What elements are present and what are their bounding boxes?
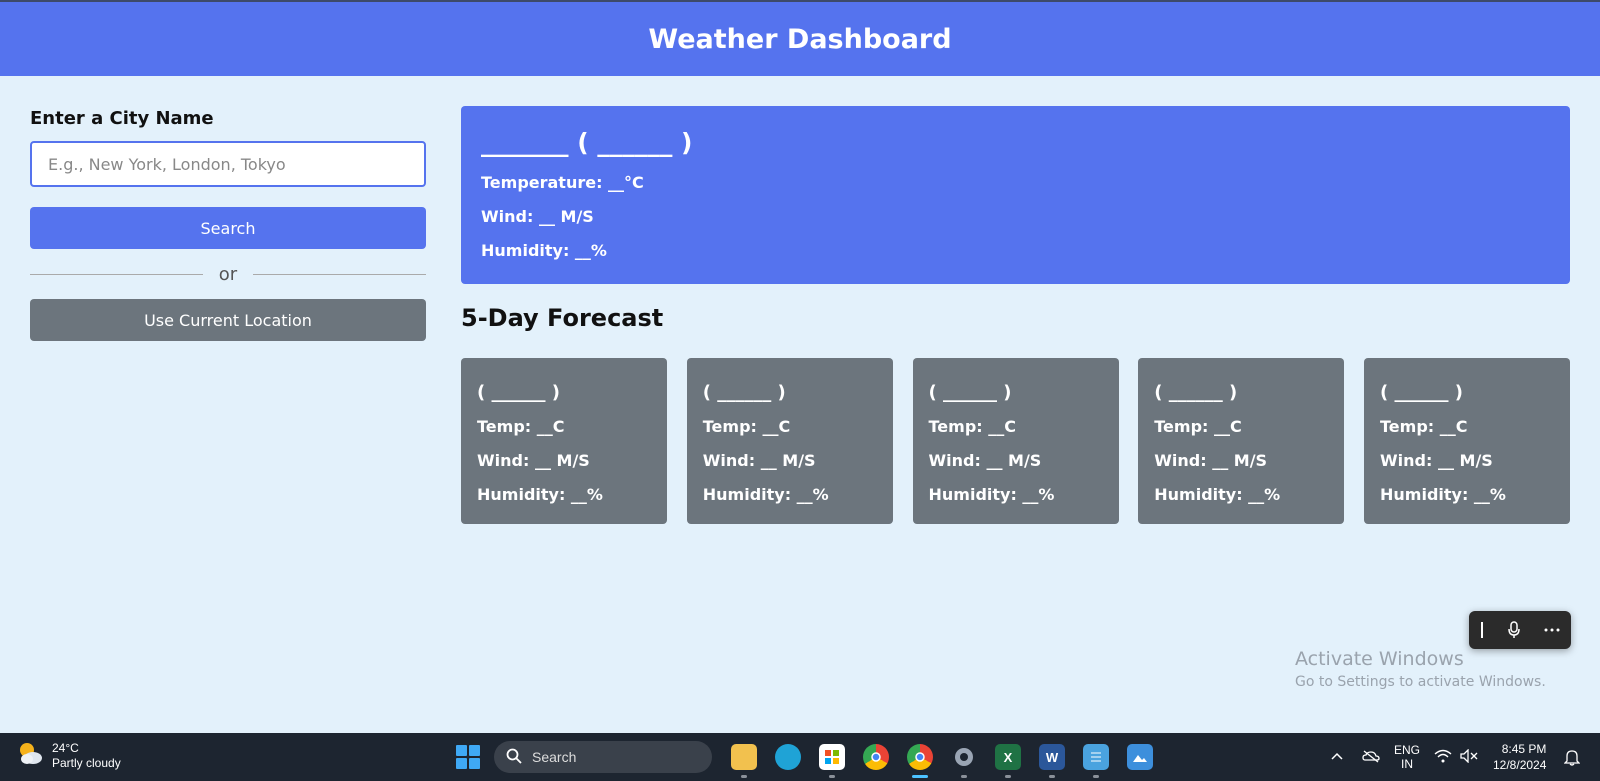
forecast-humidity: Humidity: __% xyxy=(477,485,603,504)
volume-muted-icon[interactable] xyxy=(1460,747,1478,766)
use-current-location-button[interactable]: Use Current Location xyxy=(30,299,426,341)
page-title: Weather Dashboard xyxy=(648,23,952,55)
or-divider: or xyxy=(30,249,427,299)
wifi-icon[interactable] xyxy=(1434,749,1452,766)
clock-time: 8:45 PM xyxy=(1501,742,1547,756)
forecast-card: ( ______ ) Temp: __C Wind: __ M/S Humidi… xyxy=(1364,358,1570,524)
city-label: Enter a City Name xyxy=(30,108,214,129)
forecast-temp: Temp: __C xyxy=(702,417,791,436)
forecast-wind: Wind: __ M/S xyxy=(1380,451,1493,470)
app-header: Weather Dashboard xyxy=(0,0,1600,76)
forecast-date: ( ______ ) xyxy=(1380,382,1463,403)
weather-temp: 24°C xyxy=(52,740,79,755)
forecast-wind: Wind: __ M/S xyxy=(702,451,816,470)
language-code: ENG xyxy=(1394,743,1421,757)
activation-watermark: Activate Windows Go to Settings to activ… xyxy=(1295,648,1546,690)
forecast-title: 5-Day Forecast xyxy=(461,304,664,332)
region-code: IN xyxy=(1401,757,1413,771)
photos-icon[interactable] xyxy=(1118,739,1162,775)
voice-typing-toolbar xyxy=(1469,611,1571,649)
chrome-icon[interactable] xyxy=(854,739,898,775)
current-weather-card: _______ ( ______ ) Temperature: __°C Win… xyxy=(461,106,1570,284)
windows-start-icon[interactable] xyxy=(456,745,480,769)
forecast-temp: Temp: __C xyxy=(1154,417,1242,436)
chevron-up-icon[interactable] xyxy=(1330,750,1344,764)
taskbar-search-label: Search xyxy=(532,749,577,765)
forecast-card: ( ______ ) Temp: __C Wind: __ M/S Humidi… xyxy=(912,358,1119,524)
drag-handle-icon[interactable] xyxy=(1480,622,1484,638)
system-tray: ENG IN xyxy=(1330,739,1478,775)
forecast-humidity: Humidity: __% xyxy=(1380,485,1506,504)
watermark-subtitle: Go to Settings to activate Windows. xyxy=(1295,674,1546,690)
taskbar: 24°C Partly cloudy Search X W ENG IN 8:4… xyxy=(0,733,1600,781)
city-input[interactable] xyxy=(30,141,426,187)
microphone-icon[interactable] xyxy=(1507,621,1521,639)
notepad-icon[interactable] xyxy=(1074,739,1118,778)
current-humidity: Humidity: __% xyxy=(481,241,607,260)
language-indicator[interactable]: ENG IN xyxy=(1394,743,1420,771)
forecast-card: ( ______ ) Temp: __C Wind: __ M/S Humidi… xyxy=(686,358,893,524)
chrome-profile-icon[interactable] xyxy=(898,739,942,778)
settings-icon[interactable] xyxy=(942,739,986,778)
current-wind: Wind: __ M/S xyxy=(481,207,594,226)
clock-date: 12/8/2024 xyxy=(1493,758,1547,772)
search-icon xyxy=(506,748,522,767)
excel-icon[interactable]: X xyxy=(986,739,1030,778)
taskbar-clock[interactable]: 8:45 PM 12/8/2024 xyxy=(1493,741,1546,773)
forecast-temp: Temp: __C xyxy=(928,417,1016,436)
forecast-card: ( ______ ) Temp: __C Wind: __ M/S Humidi… xyxy=(1138,358,1345,524)
taskbar-weather-widget[interactable]: 24°C Partly cloudy xyxy=(16,739,121,772)
search-button[interactable]: Search xyxy=(30,207,426,249)
forecast-wind: Wind: __ M/S xyxy=(1154,451,1268,470)
divider-line-right xyxy=(253,273,427,275)
weather-desc: Partly cloudy xyxy=(52,755,121,770)
divider-line-left xyxy=(30,273,203,275)
forecast-temp: Temp: __C xyxy=(477,417,565,436)
notification-bell-icon[interactable] xyxy=(1563,748,1581,771)
forecast-date: ( ______ ) xyxy=(477,382,560,403)
taskbar-apps: X W xyxy=(722,739,1162,778)
file-explorer-icon[interactable] xyxy=(722,739,766,778)
more-options-icon[interactable] xyxy=(1544,628,1560,632)
forecast-cards: ( ______ ) Temp: __C Wind: __ M/S Humidi… xyxy=(461,358,1570,524)
edge-icon[interactable] xyxy=(766,739,810,775)
forecast-wind: Wind: __ M/S xyxy=(928,451,1042,470)
forecast-humidity: Humidity: __% xyxy=(928,485,1055,504)
partly-cloudy-icon xyxy=(16,739,44,772)
word-icon[interactable]: W xyxy=(1030,739,1074,778)
forecast-date: ( ______ ) xyxy=(1154,382,1238,403)
or-label: or xyxy=(218,263,238,285)
taskbar-search[interactable]: Search xyxy=(494,741,712,773)
forecast-date: ( ______ ) xyxy=(702,382,786,403)
forecast-date: ( ______ ) xyxy=(928,382,1012,403)
forecast-humidity: Humidity: __% xyxy=(702,485,829,504)
forecast-humidity: Humidity: __% xyxy=(1154,485,1281,504)
watermark-title: Activate Windows xyxy=(1295,648,1464,670)
search-panel: Enter a City Name Search or Use Current … xyxy=(30,104,427,341)
forecast-wind: Wind: __ M/S xyxy=(477,451,590,470)
current-temperature: Temperature: __°C xyxy=(481,173,644,192)
store-icon[interactable] xyxy=(810,739,854,778)
forecast-card: ( ______ ) Temp: __C Wind: __ M/S Humidi… xyxy=(461,358,667,524)
onedrive-off-icon[interactable] xyxy=(1362,749,1380,766)
current-city: _______ ( ______ ) xyxy=(481,128,693,157)
forecast-temp: Temp: __C xyxy=(1380,417,1468,436)
